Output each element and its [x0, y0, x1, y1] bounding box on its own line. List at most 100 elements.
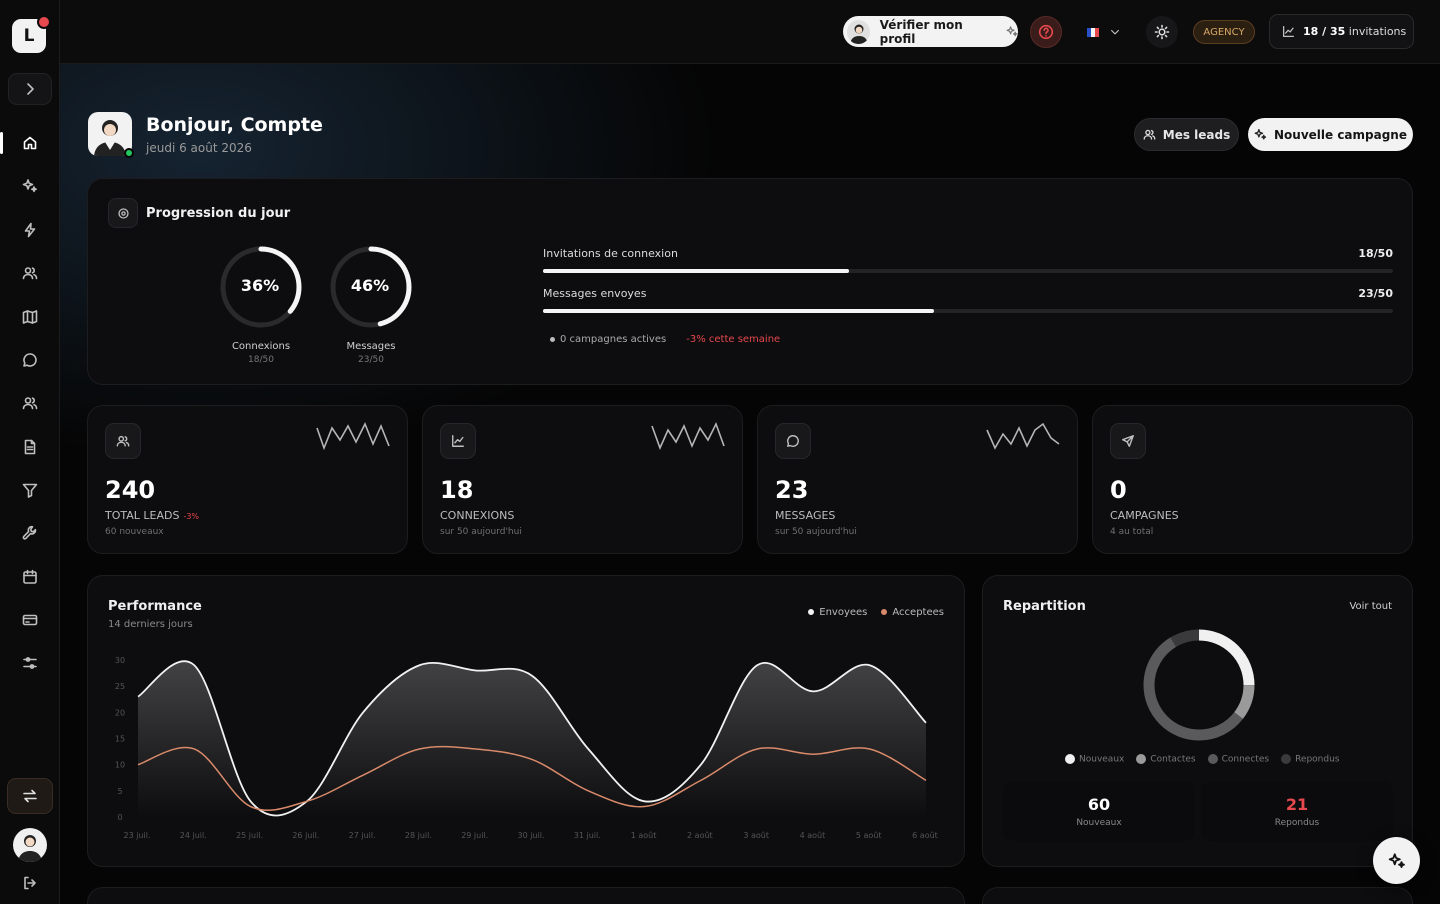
chart-line-icon [1282, 25, 1295, 38]
progress-track [543, 309, 1393, 313]
y-tick-label: 15 [115, 735, 125, 744]
stat-label: MESSAGES [775, 509, 836, 522]
new-leads-label: Nouveaux [1076, 818, 1122, 828]
stat-card-connections[interactable]: 18 CONNEXIONS sur 50 aujourd'hui [422, 405, 743, 554]
stat-card-campaigns[interactable]: 0 CAMPAGNES 4 au total [1092, 405, 1413, 554]
connections-ring: 36% Connexions 18/50 [216, 243, 306, 365]
repartition-legend: Nouveaux Contactes Connectes Repondus [1065, 754, 1339, 765]
ring-percentage: 36% [240, 276, 280, 295]
home-icon [23, 136, 37, 150]
sidebar-item-leads[interactable] [10, 255, 50, 291]
swap-icon [23, 789, 37, 803]
new-campaign-button[interactable]: Nouvelle campagne [1248, 118, 1413, 151]
sparkles-icon [1006, 26, 1018, 37]
chart-legend: Envoyees Acceptees [808, 607, 944, 618]
stat-card-messages[interactable]: 23 MESSAGES sur 50 aujourd'hui [757, 405, 1078, 554]
legend-dot [1136, 754, 1147, 764]
y-tick-label: 0 [117, 813, 122, 822]
sidebar-item-home[interactable] [0, 125, 50, 161]
sidebar-item-contacts[interactable] [10, 385, 50, 421]
logout-button[interactable] [18, 872, 42, 894]
performance-subtitle: 14 derniers jours [108, 619, 193, 630]
ring-label: Messages [346, 341, 396, 352]
stat-icon-box [105, 423, 141, 459]
app-logo[interactable]: L [12, 15, 51, 53]
stat-sublabel: 60 nouveaux [105, 527, 164, 537]
legend-label: Contactes [1150, 754, 1196, 765]
sidebar-item-funnel[interactable] [10, 472, 50, 508]
sliders-icon [23, 657, 37, 669]
x-tick-label: 5 août [856, 831, 882, 840]
legend-dot [808, 609, 815, 615]
progress-track [543, 269, 1393, 273]
sidebar-item-tools[interactable] [10, 515, 50, 551]
verify-profile-button[interactable]: Vérifier mon profil [843, 16, 1018, 47]
sparkles-icon [1254, 128, 1267, 140]
sidebar-item-messages[interactable] [10, 342, 50, 378]
invitations-quota-button[interactable]: 18 / 35 invitations [1269, 14, 1414, 49]
legend-dot [1281, 754, 1292, 764]
verify-profile-label: Vérifier mon profil [879, 17, 963, 46]
stat-label: CONNEXIONS [440, 509, 515, 522]
progress-meta: 0 campagnes actives -3% cette semaine [550, 334, 780, 345]
x-tick-label: 31 juil. [574, 831, 601, 840]
y-tick-label: 30 [115, 656, 125, 665]
sidebar-item-billing[interactable] [10, 602, 50, 638]
sidebar-item-automations[interactable] [10, 212, 50, 248]
my-leads-button[interactable]: Mes leads [1134, 118, 1239, 151]
invitations-separator: / [1318, 25, 1330, 38]
expand-sidebar-button[interactable] [8, 73, 52, 105]
legend-label: Acceptees [892, 607, 944, 618]
user-avatar[interactable] [13, 828, 47, 862]
ring-percentage: 46% [350, 276, 390, 295]
theme-toggle-button[interactable] [1146, 16, 1178, 48]
invitations-total: 35 [1330, 25, 1346, 38]
my-leads-label: Mes leads [1162, 127, 1231, 142]
status-dot [550, 336, 555, 342]
legend-dot [881, 609, 888, 615]
stat-card-leads[interactable]: 240 TOTAL LEADS -3% 60 nouveaux [87, 405, 408, 554]
topbar: Vérifier mon profil AGENCY 18 / 35 invit… [60, 0, 1440, 64]
stat-value: 0 [1110, 476, 1127, 504]
bolt-icon [24, 222, 36, 238]
ai-assistant-button[interactable] [1373, 837, 1420, 884]
mini-avatar [847, 19, 870, 44]
bar-value: 18/50 [1358, 247, 1393, 260]
stat-sublabel: sur 50 aujourd'hui [775, 527, 857, 537]
current-date: jeudi 6 août 2026 [146, 141, 252, 155]
help-button[interactable] [1030, 16, 1062, 48]
stat-label-row: CONNEXIONS [440, 509, 514, 522]
new-campaign-label: Nouvelle campagne [1273, 127, 1407, 142]
invitations-unit: invitations [1345, 25, 1407, 38]
stat-sublabel: 4 au total [1110, 527, 1154, 537]
progress-fill [543, 269, 849, 273]
x-tick-label: 29 juil. [461, 831, 488, 840]
stat-value: 23 [775, 476, 809, 504]
contacts-icon [22, 397, 38, 410]
map-icon [22, 310, 38, 324]
active-campaigns-text: 0 campagnes actives [550, 334, 666, 345]
legend-item-connected: Connectes [1207, 754, 1269, 765]
sidebar-item-settings[interactable] [10, 645, 50, 681]
stat-label-row: TOTAL LEADS -3% [105, 509, 199, 522]
see-all-link[interactable]: Voir tout [1349, 601, 1392, 612]
sidebar-item-calendar[interactable] [10, 559, 50, 595]
stat-label-row: CAMPAGNES [1110, 509, 1179, 522]
switch-account-button[interactable] [7, 778, 53, 814]
language-select[interactable] [1080, 20, 1130, 44]
sidebar-item-map[interactable] [10, 299, 50, 335]
users-icon [22, 267, 38, 280]
y-tick-label: 20 [115, 708, 125, 717]
ring-label: Connexions [231, 341, 291, 352]
y-tick-label: 25 [115, 682, 125, 691]
invitations-quota-text: 18 / 35 invitations [1303, 25, 1406, 38]
new-leads-value: 60 [1087, 795, 1111, 814]
sidebar-item-ai[interactable] [10, 168, 50, 204]
legend-label: Repondus [1295, 754, 1340, 765]
x-tick-label: 28 juil. [405, 831, 432, 840]
bottom-card-left [87, 887, 965, 904]
stat-sublabel: sur 50 aujourd'hui [440, 527, 522, 537]
sidebar-item-documents[interactable] [10, 429, 50, 465]
invitations-progress-row: Invitations de connexion 18/50 [543, 247, 1393, 273]
chevron-right-icon [27, 83, 34, 95]
